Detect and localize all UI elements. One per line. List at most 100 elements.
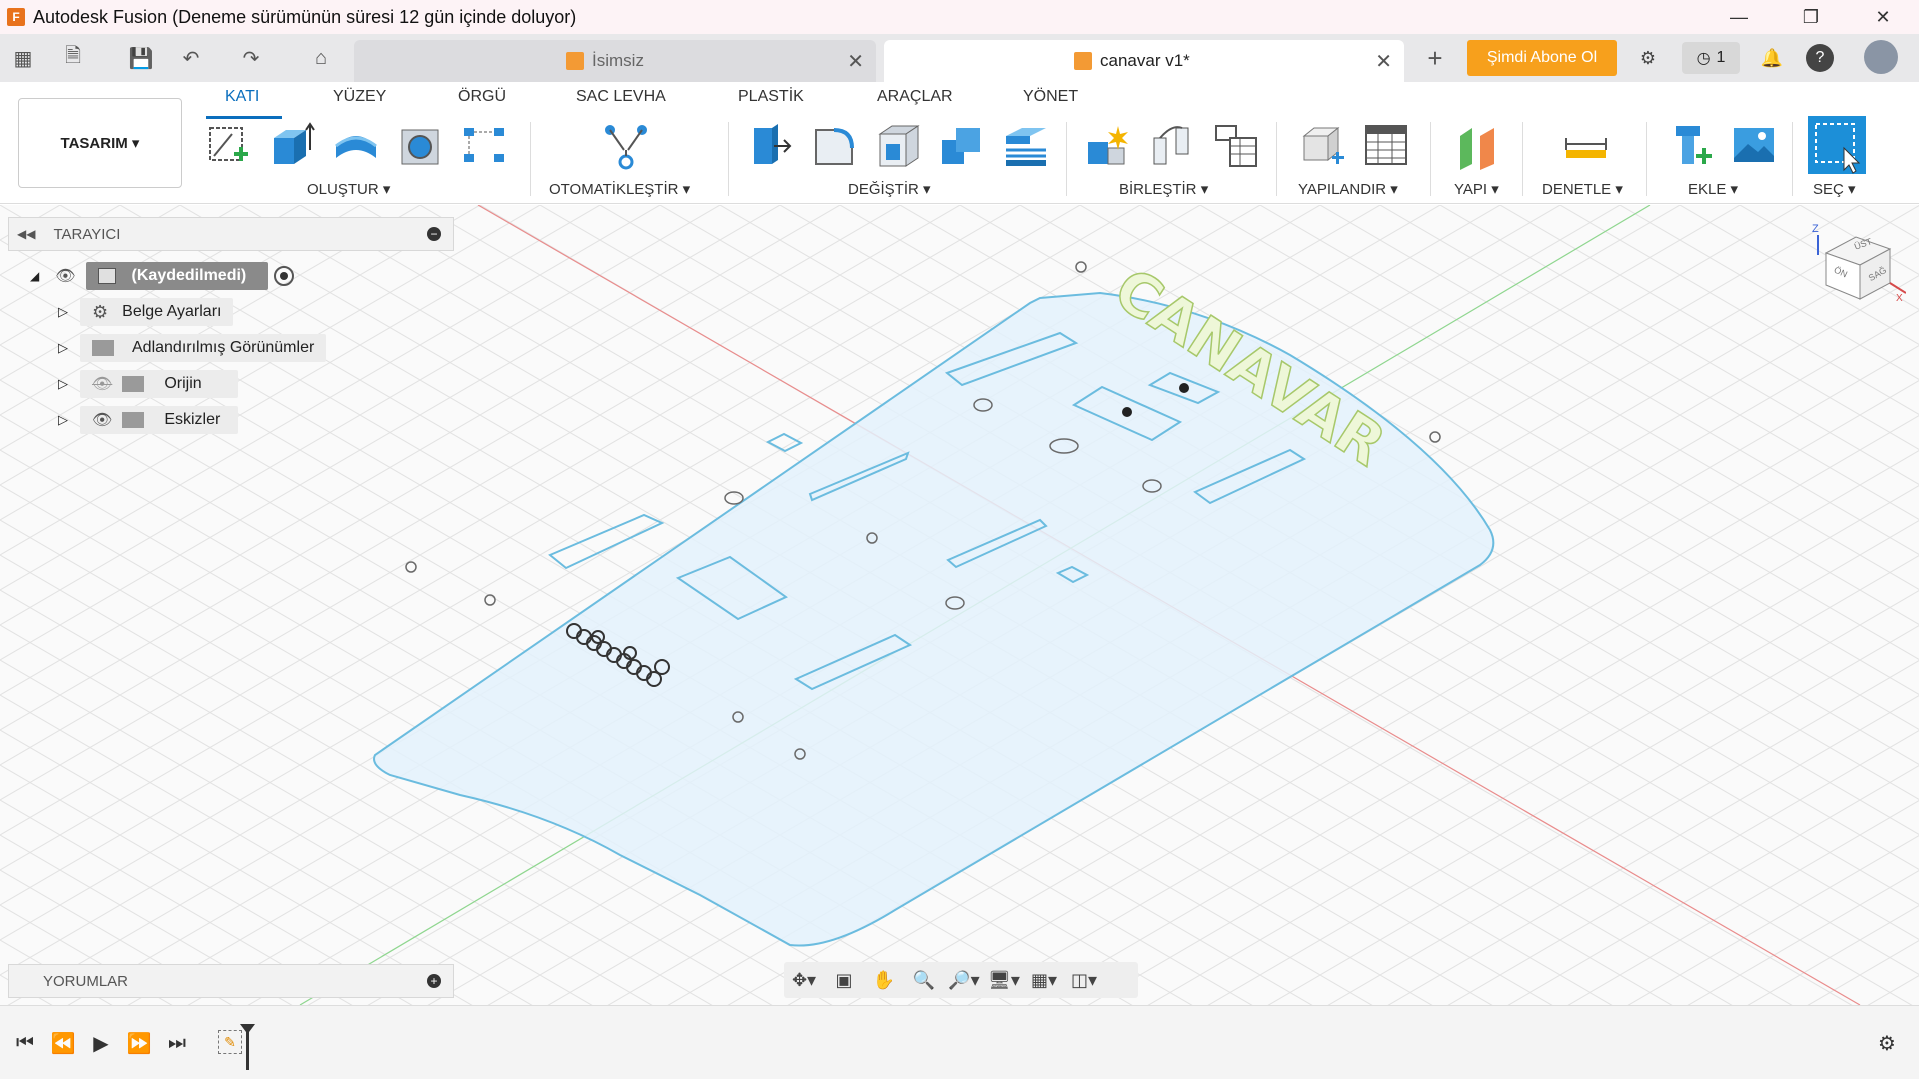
- pattern-icon[interactable]: [458, 120, 510, 172]
- tab-orgu[interactable]: ÖRGÜ: [458, 88, 506, 106]
- expand-comments-icon[interactable]: +: [427, 974, 441, 988]
- close-window-button[interactable]: ✕: [1847, 0, 1919, 34]
- grid-and-model[interactable]: CANAVAR: [0, 205, 1919, 1005]
- tree-item-belge-ayarlari[interactable]: ▷ ⚙ Belge Ayarları: [58, 298, 234, 326]
- home-icon[interactable]: ⌂: [306, 44, 336, 72]
- tree-root-row[interactable]: ◢ 👁 (Kaydedilmedi): [30, 262, 294, 290]
- configure-icon[interactable]: [1296, 120, 1348, 172]
- group-divider: [1066, 122, 1067, 196]
- tab-label: İsimsiz: [592, 51, 644, 70]
- help-icon[interactable]: ?: [1806, 44, 1834, 72]
- orbit-icon[interactable]: ✥▾: [784, 965, 824, 995]
- save-icon[interactable]: 💾: [126, 44, 156, 72]
- expand-triangle-icon[interactable]: ▷: [58, 340, 68, 356]
- construct-plane-icon[interactable]: [1452, 120, 1504, 172]
- measure-icon[interactable]: [1560, 120, 1612, 172]
- job-status-button[interactable]: ◷ 1: [1682, 42, 1740, 74]
- viewports-icon[interactable]: ◫▾: [1064, 965, 1104, 995]
- group-sec[interactable]: SEÇ ▾: [1813, 180, 1856, 198]
- tree-item-adlandirilmis-gorunumler[interactable]: ▷ Adlandırılmış Görünümler: [58, 334, 327, 362]
- offset-face-icon[interactable]: [1000, 120, 1052, 172]
- tab-sac-levha[interactable]: SAC LEVHA: [576, 88, 666, 106]
- insert-image-icon[interactable]: [1728, 120, 1780, 172]
- tab-isimsiz[interactable]: İsimsiz ✕: [354, 40, 876, 82]
- collapse-panel-icon[interactable]: ◀◀: [17, 227, 35, 241]
- visibility-eye-icon[interactable]: 👁: [92, 410, 112, 430]
- expand-triangle-icon[interactable]: ▷: [58, 376, 68, 392]
- create-sketch-icon[interactable]: [202, 120, 254, 172]
- display-settings-icon[interactable]: 🖥▾: [984, 965, 1024, 995]
- file-menu-icon[interactable]: 🗎: [58, 44, 88, 72]
- look-at-icon[interactable]: ▣: [824, 965, 864, 995]
- insert-bolt-icon[interactable]: [1666, 120, 1718, 172]
- notifications-bell-icon[interactable]: 🔔: [1756, 42, 1788, 74]
- new-tab-icon[interactable]: +: [1420, 43, 1450, 73]
- tab-canavar[interactable]: canavar v1* ✕: [884, 40, 1404, 82]
- tab-yuzey[interactable]: YÜZEY: [333, 88, 386, 106]
- new-component-icon[interactable]: [1082, 120, 1134, 172]
- group-label-text: OLUŞTUR: [307, 181, 379, 198]
- automate-icon[interactable]: [600, 120, 652, 172]
- comments-panel-header[interactable]: YORUMLAR +: [8, 964, 454, 998]
- table-icon[interactable]: [1210, 120, 1262, 172]
- revolve-icon[interactable]: [330, 120, 382, 172]
- tab-kati[interactable]: KATI: [225, 88, 259, 106]
- step-back-icon[interactable]: ⏪: [50, 1030, 76, 1056]
- undo-icon[interactable]: ↶: [176, 44, 206, 72]
- play-icon[interactable]: ▶: [88, 1030, 114, 1056]
- tab-yonet[interactable]: YÖNET: [1023, 88, 1078, 106]
- group-otomatiklestir[interactable]: OTOMATİKLEŞTİR ▾: [549, 180, 690, 198]
- tab-araclar[interactable]: ARAÇLAR: [877, 88, 953, 106]
- group-yapilandir[interactable]: YAPILANDIR ▾: [1298, 180, 1398, 198]
- close-tab-icon[interactable]: ✕: [1375, 49, 1392, 74]
- visibility-eye-icon[interactable]: 👁: [55, 266, 75, 286]
- hidden-eye-icon[interactable]: 👁: [92, 374, 112, 394]
- configuration-table-icon[interactable]: [1360, 120, 1412, 172]
- tree-item-orijin[interactable]: ▷ 👁 Orijin: [58, 370, 238, 398]
- group-degistir[interactable]: DEĞİŞTİR ▾: [848, 180, 931, 198]
- go-to-end-icon[interactable]: ⏭: [164, 1030, 190, 1056]
- tree-item-eskizler[interactable]: ▷ 👁 Eskizler: [58, 406, 238, 434]
- hole-icon[interactable]: [394, 120, 446, 172]
- collapse-triangle-icon[interactable]: ◢: [30, 269, 39, 283]
- workspace-switcher[interactable]: TASARIM ▾: [18, 98, 182, 188]
- fillet-icon[interactable]: [808, 120, 860, 172]
- combine-icon[interactable]: [936, 120, 988, 172]
- expand-triangle-icon[interactable]: ▷: [58, 304, 68, 320]
- minimize-button[interactable]: —: [1703, 0, 1775, 34]
- root-component[interactable]: (Kaydedilmedi): [85, 262, 268, 290]
- viewcube[interactable]: Z ÜST ÖN SAĞ X: [1810, 223, 1907, 319]
- user-avatar[interactable]: [1864, 40, 1898, 74]
- browser-panel-header[interactable]: ◀◀ TARAYICI −: [8, 217, 454, 251]
- group-ekle[interactable]: EKLE ▾: [1688, 180, 1738, 198]
- timeline-sketch-feature-icon[interactable]: ✎: [218, 1030, 242, 1054]
- zoom-window-icon[interactable]: 🔎▾: [944, 965, 984, 995]
- subscribe-button[interactable]: Şimdi Abone Ol: [1467, 40, 1617, 76]
- timeline-marker-handle[interactable]: [240, 1024, 255, 1034]
- extrude-icon[interactable]: [266, 120, 318, 172]
- shell-icon[interactable]: [872, 120, 924, 172]
- group-birlestir[interactable]: BİRLEŞTİR ▾: [1119, 180, 1208, 198]
- joint-icon[interactable]: [1146, 120, 1198, 172]
- press-pull-icon[interactable]: [744, 120, 796, 172]
- timeline-settings-gear-icon[interactable]: ⚙: [1874, 1030, 1900, 1056]
- zoom-icon[interactable]: 🔍: [904, 965, 944, 995]
- select-icon[interactable]: [1808, 116, 1866, 174]
- group-denetle[interactable]: DENETLE ▾: [1542, 180, 1623, 198]
- data-panel-grid-icon[interactable]: ▦: [8, 44, 38, 72]
- tab-plastik[interactable]: PLASTİK: [738, 88, 804, 106]
- step-forward-icon[interactable]: ⏩: [126, 1030, 152, 1056]
- go-to-start-icon[interactable]: ⏮: [12, 1030, 38, 1056]
- activate-radio-icon[interactable]: [273, 266, 294, 286]
- group-olustur[interactable]: OLUŞTUR ▾: [307, 180, 390, 198]
- sync-status-icon[interactable]: ⚙: [1632, 42, 1664, 74]
- group-yapi[interactable]: YAPI ▾: [1454, 180, 1499, 198]
- minimize-panel-icon[interactable]: −: [427, 227, 441, 241]
- maximize-button[interactable]: ❐: [1775, 0, 1847, 34]
- pan-hand-icon[interactable]: ✋: [864, 965, 904, 995]
- canvas-viewport[interactable]: CANAVAR Z ÜST ÖN SAĞ X: [0, 205, 1919, 1005]
- redo-icon[interactable]: ↷: [236, 44, 266, 72]
- close-tab-icon[interactable]: ✕: [847, 49, 864, 74]
- expand-triangle-icon[interactable]: ▷: [58, 412, 68, 428]
- grid-settings-icon[interactable]: ▦▾: [1024, 965, 1064, 995]
